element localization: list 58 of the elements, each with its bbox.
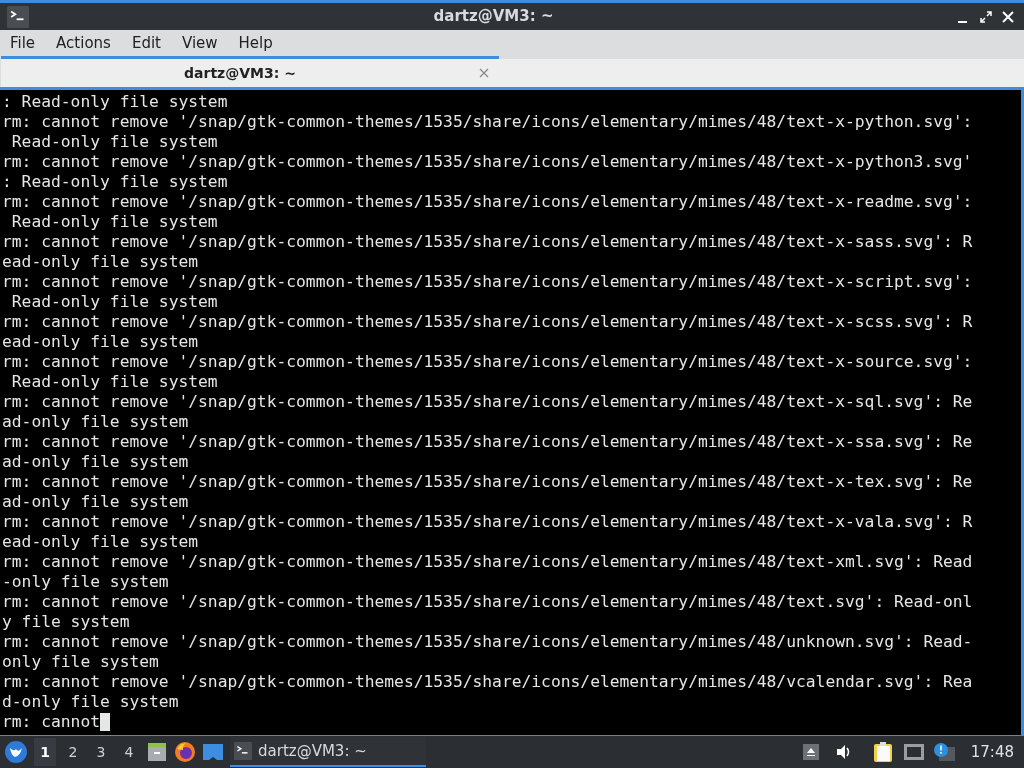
terminal-line: ad-only file system bbox=[2, 492, 189, 512]
terminal-line: ad-only file system bbox=[2, 452, 189, 472]
terminal-line: rm: cannot remove '/snap/gtk-common-themes/1535/share/icons/elementary/mimes/48/text-xml.svg': Read bbox=[2, 552, 973, 572]
terminal-line: rm: cannot bbox=[2, 712, 101, 732]
tab[interactable]: dartz@VM3: ~ bbox=[1, 56, 499, 87]
terminal-line: rm: cannot remove '/snap/gtk-common-themes/1535/share/icons/elementary/mimes/48/text.svg': Read-onl bbox=[2, 592, 973, 612]
terminal-line: rm: cannot remove '/snap/gtk-common-themes/1535/share/icons/elementary/mimes/48/text-x-script.svg': bbox=[2, 272, 973, 292]
terminal-line: y file system bbox=[2, 612, 130, 632]
menu-item[interactable]: View bbox=[174, 32, 225, 55]
terminal-line: Read-only file system bbox=[10, 132, 218, 152]
menu-item[interactable]: Edit bbox=[124, 32, 168, 55]
terminal-line: rm: cannot remove '/snap/gtk-common-themes/1535/share/icons/elementary/mimes/48/vcalendar.svg': Rea bbox=[2, 672, 973, 692]
window-title: dartz@VM3: ~ bbox=[433, 6, 554, 28]
terminal-line: : Read-only file system bbox=[2, 92, 228, 112]
workspace-button[interactable]: 3 bbox=[90, 738, 112, 766]
workspace-button[interactable]: 2 bbox=[62, 738, 84, 766]
terminal-line: ad-only file system bbox=[2, 412, 189, 432]
window-icon[interactable] bbox=[202, 741, 224, 763]
terminal-line: ead-only file system bbox=[2, 332, 199, 352]
terminal-line: : Read-only file system bbox=[2, 172, 228, 192]
terminal-line: rm: cannot remove '/snap/gtk-common-themes/1535/share/icons/elementary/mimes/48/text-x-tex.svg': Re bbox=[2, 472, 973, 492]
terminal-line: only file system bbox=[2, 652, 159, 672]
terminal-line: Read-only file system bbox=[10, 292, 218, 312]
workspace-button[interactable]: 1 bbox=[34, 738, 56, 766]
menu-item[interactable]: Help bbox=[231, 32, 280, 55]
terminal-line: d-only file system bbox=[2, 692, 179, 712]
clock[interactable]: 17:48 bbox=[970, 740, 1014, 764]
terminal-icon bbox=[234, 742, 252, 760]
menu-item[interactable]: Actions bbox=[49, 32, 118, 55]
terminal-line: rm: cannot remove '/snap/gtk-common-themes/1535/share/icons/elementary/mimes/48/text-x-readme.svg': bbox=[2, 192, 973, 212]
text-cursor bbox=[100, 713, 111, 731]
terminal-area[interactable] bbox=[0, 90, 1024, 735]
terminal-line: rm: cannot remove '/snap/gtk-common-themes/1535/share/icons/elementary/mimes/48/text-x-source.svg': bbox=[2, 352, 973, 372]
terminal-line: rm: cannot remove '/snap/gtk-common-themes/1535/share/icons/elementary/mimes/48/text-x-python.svg': bbox=[2, 112, 973, 132]
network-icon[interactable] bbox=[902, 743, 925, 761]
clipboard-icon[interactable] bbox=[872, 741, 893, 763]
maximize-icon[interactable] bbox=[980, 10, 992, 23]
notification-icon[interactable] bbox=[932, 742, 955, 762]
firefox-icon[interactable] bbox=[174, 741, 196, 763]
menu-item[interactable]: File bbox=[3, 32, 43, 55]
terminal-line: Read-only file system bbox=[10, 212, 218, 232]
workspace-button[interactable]: 4 bbox=[118, 738, 140, 766]
terminal-line: ead-only file system bbox=[2, 532, 199, 552]
file-cabinet-icon[interactable] bbox=[146, 741, 168, 763]
terminal-line: rm: cannot remove '/snap/gtk-common-themes/1535/share/icons/elementary/mimes/48/text-x-scss.svg': R bbox=[2, 312, 973, 332]
terminal-line: rm: cannot remove '/snap/gtk-common-themes/1535/share/icons/elementary/mimes/48/text-x-ssa.svg': Re bbox=[2, 432, 973, 452]
terminal-line: rm: cannot remove '/snap/gtk-common-themes/1535/share/icons/elementary/mimes/48/text-x-python3.svg' bbox=[2, 152, 973, 172]
terminal-line: rm: cannot remove '/snap/gtk-common-themes/1535/share/icons/elementary/mimes/48/unknown.svg': Read- bbox=[2, 632, 973, 652]
task-button[interactable]: dartz@VM3: ~ bbox=[230, 737, 426, 767]
terminal-line: -only file system bbox=[2, 572, 169, 592]
terminal-line: Read-only file system bbox=[10, 372, 218, 392]
eject-icon[interactable] bbox=[802, 744, 819, 760]
terminal-line: rm: cannot remove '/snap/gtk-common-themes/1535/share/icons/elementary/mimes/48/text-x-sass.svg': R bbox=[2, 232, 973, 252]
terminal-icon bbox=[7, 5, 29, 28]
terminal-line: ead-only file system bbox=[2, 252, 199, 272]
terminal-line: rm: cannot remove '/snap/gtk-common-themes/1535/share/icons/elementary/mimes/48/text-x-vala.svg': R bbox=[2, 512, 973, 532]
bird-logo-icon[interactable] bbox=[4, 740, 28, 764]
terminal-line: rm: cannot remove '/snap/gtk-common-themes/1535/share/icons/elementary/mimes/48/text-x-sql.svg': Re bbox=[2, 392, 973, 412]
